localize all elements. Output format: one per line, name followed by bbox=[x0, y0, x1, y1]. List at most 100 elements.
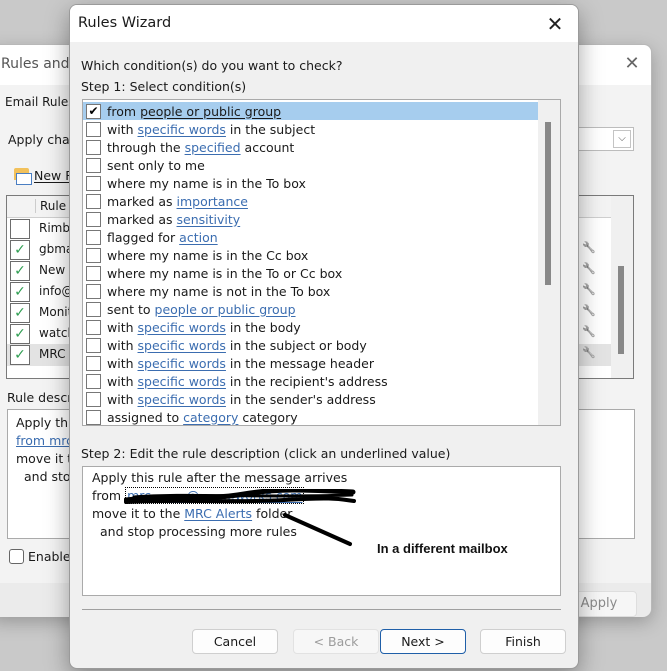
condition-item[interactable]: marked as sensitivity bbox=[83, 210, 538, 228]
checkbox[interactable] bbox=[9, 549, 24, 564]
target-folder-link[interactable]: MRC Alerts bbox=[184, 506, 252, 521]
condition-item[interactable]: with specific words in the recipient's a… bbox=[83, 372, 538, 390]
condition-item[interactable]: marked as importance bbox=[83, 192, 538, 210]
condition-checkbox[interactable] bbox=[86, 373, 101, 389]
condition-item[interactable]: ✔ from people or public group bbox=[83, 102, 538, 120]
condition-checkbox[interactable] bbox=[86, 157, 101, 173]
rule-enabled-checkbox[interactable]: ✓ bbox=[10, 303, 30, 323]
rule-enabled-checkbox[interactable]: ✓ bbox=[10, 261, 30, 281]
wizard-title: Rules Wizard bbox=[78, 15, 172, 31]
condition-checkbox[interactable] bbox=[86, 175, 101, 191]
desc-move-suffix: folder bbox=[252, 506, 293, 521]
sender-address-text[interactable]: mrc.........@.........works.com bbox=[127, 488, 302, 503]
condition-checkbox[interactable]: ✔ bbox=[86, 103, 101, 119]
condition-item[interactable]: through the specified account bbox=[83, 138, 538, 156]
condition-checkbox[interactable] bbox=[86, 121, 101, 137]
condition-label: with specific words in the message heade… bbox=[107, 356, 374, 371]
rule-enabled-checkbox[interactable]: ✓ bbox=[10, 282, 30, 302]
condition-item[interactable]: where my name is not in the To box bbox=[83, 282, 538, 300]
rule-enabled-checkbox[interactable] bbox=[10, 219, 30, 239]
condition-text: with bbox=[107, 373, 138, 389]
condition-item[interactable]: with specific words in the subject or bo… bbox=[83, 336, 538, 354]
condition-item[interactable]: flagged for action bbox=[83, 228, 538, 246]
condition-value-link[interactable]: specific words bbox=[138, 356, 226, 371]
condition-label: marked as sensitivity bbox=[107, 212, 240, 227]
condition-checkbox[interactable] bbox=[86, 139, 101, 155]
condition-label: with specific words in the sender's addr… bbox=[107, 392, 376, 407]
condition-checkbox[interactable] bbox=[86, 337, 101, 353]
back-button[interactable]: < Back bbox=[293, 629, 379, 654]
condition-text: in the message header bbox=[225, 355, 374, 371]
rule-enabled-checkbox[interactable]: ✓ bbox=[10, 324, 30, 344]
condition-checkbox[interactable] bbox=[86, 319, 101, 335]
condition-text: assigned to bbox=[107, 409, 184, 425]
rule-actions-icon: 🔧 bbox=[582, 304, 596, 317]
condition-value-link[interactable]: specific words bbox=[138, 392, 226, 407]
condition-value-link[interactable]: specific words bbox=[138, 122, 226, 137]
condition-checkbox[interactable] bbox=[86, 391, 101, 407]
rules-scrollbar-thumb[interactable] bbox=[618, 266, 624, 354]
condition-text: with bbox=[107, 121, 138, 137]
condition-item[interactable]: with specific words in the subject bbox=[83, 120, 538, 138]
condition-checkbox[interactable] bbox=[86, 301, 101, 317]
next-button[interactable]: Next > bbox=[380, 629, 466, 654]
condition-value-link[interactable]: specified bbox=[185, 140, 241, 155]
condition-checkbox[interactable] bbox=[86, 355, 101, 371]
condition-checkbox[interactable] bbox=[86, 211, 101, 227]
conditions-list: ✔ from people or public group with specifi… bbox=[82, 99, 561, 426]
condition-value-link[interactable]: people or public group bbox=[140, 104, 281, 119]
condition-item[interactable]: assigned to category category bbox=[83, 408, 538, 425]
rule-enabled-checkbox[interactable]: ✓ bbox=[10, 345, 30, 365]
condition-checkbox[interactable] bbox=[86, 409, 101, 425]
rule-actions-icon: 🔧 bbox=[582, 262, 596, 275]
condition-label: with specific words in the recipient's a… bbox=[107, 374, 388, 389]
condition-value-link[interactable]: sensitivity bbox=[177, 212, 241, 227]
finish-button[interactable]: Finish bbox=[480, 629, 566, 654]
condition-text: marked as bbox=[107, 211, 177, 227]
condition-label: where my name is in the Cc box bbox=[107, 248, 308, 263]
bg-desc-from-link[interactable]: from mrc bbox=[16, 433, 73, 448]
desc-line-stop: and stop processing more rules bbox=[100, 524, 297, 539]
condition-checkbox[interactable] bbox=[86, 193, 101, 209]
condition-item[interactable]: with specific words in the sender's addr… bbox=[83, 390, 538, 408]
bg-close-icon[interactable]: ✕ bbox=[621, 53, 643, 75]
condition-checkbox[interactable] bbox=[86, 247, 101, 263]
rules-scrollbar[interactable] bbox=[611, 196, 633, 378]
condition-text: with bbox=[107, 391, 138, 407]
condition-value-link[interactable]: specific words bbox=[138, 374, 226, 389]
rule-enabled-checkbox[interactable]: ✓ bbox=[10, 240, 30, 260]
condition-value-link[interactable]: specific words bbox=[138, 338, 226, 353]
condition-value-link[interactable]: category bbox=[183, 410, 238, 425]
condition-label: with specific words in the body bbox=[107, 320, 301, 335]
chevron-down-icon[interactable]: ⌵ bbox=[613, 130, 631, 148]
conditions-scrollbar-thumb[interactable] bbox=[545, 122, 551, 285]
desc-from-prefix: from bbox=[92, 488, 126, 503]
sender-address-link[interactable]: mrc.........@.........works.com bbox=[124, 487, 357, 504]
condition-text: from bbox=[107, 103, 141, 119]
condition-checkbox[interactable] bbox=[86, 229, 101, 245]
condition-item[interactable]: where my name is in the To box bbox=[83, 174, 538, 192]
condition-value-link[interactable]: specific words bbox=[138, 320, 226, 335]
condition-value-link[interactable]: people or public group bbox=[155, 302, 296, 317]
condition-text: sent to bbox=[107, 301, 155, 317]
condition-item[interactable]: with specific words in the message heade… bbox=[83, 354, 538, 372]
condition-label: through the specified account bbox=[107, 140, 294, 155]
condition-item[interactable]: sent to people or public group bbox=[83, 300, 538, 318]
condition-label: sent to people or public group bbox=[107, 302, 296, 317]
condition-item[interactable]: sent only to me bbox=[83, 156, 538, 174]
condition-checkbox[interactable] bbox=[86, 283, 101, 299]
condition-item[interactable]: where my name is in the Cc box bbox=[83, 246, 538, 264]
condition-value-link[interactable]: action bbox=[179, 230, 217, 245]
condition-item[interactable]: with specific words in the body bbox=[83, 318, 538, 336]
close-icon[interactable]: ✕ bbox=[542, 11, 568, 37]
desc-line-apply: Apply this rule after the message arrive… bbox=[92, 470, 348, 485]
condition-item[interactable]: where my name is in the To or Cc box bbox=[83, 264, 538, 282]
condition-text: category bbox=[238, 409, 298, 425]
cancel-button[interactable]: Cancel bbox=[192, 629, 278, 654]
tab-email-rules[interactable]: Email Rules bbox=[5, 95, 74, 109]
condition-checkbox[interactable] bbox=[86, 265, 101, 281]
condition-value-link[interactable]: importance bbox=[177, 194, 248, 209]
condition-text: with bbox=[107, 355, 138, 371]
conditions-scrollbar[interactable] bbox=[538, 100, 560, 425]
condition-text: with bbox=[107, 319, 138, 335]
